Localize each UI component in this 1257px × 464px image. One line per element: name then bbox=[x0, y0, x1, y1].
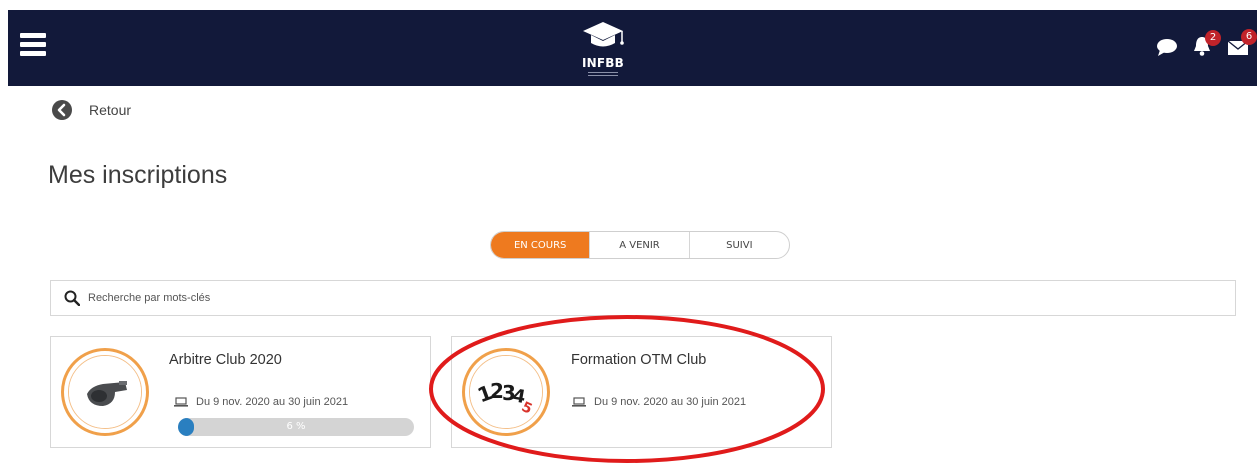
tab-suivi[interactable]: SUIVI bbox=[690, 232, 789, 258]
page-title: Mes inscriptions bbox=[48, 161, 228, 189]
graduation-cap-icon bbox=[583, 22, 624, 47]
course-card-arbitre[interactable]: Arbitre Club 2020 Du 9 nov. 2020 au 30 j… bbox=[50, 336, 431, 448]
search-bar[interactable] bbox=[50, 280, 1236, 316]
messages-envelope-icon[interactable]: 6 bbox=[1227, 29, 1257, 56]
course-title: Formation OTM Club bbox=[571, 352, 707, 368]
laptop-icon bbox=[572, 397, 586, 407]
course-avatar: 1 2 3 4 5 bbox=[462, 348, 550, 436]
whistle-icon bbox=[69, 356, 141, 428]
laptop-icon bbox=[174, 397, 188, 407]
course-date-text: Du 9 nov. 2020 au 30 juin 2021 bbox=[196, 396, 349, 408]
course-progress-bar: 6 % bbox=[178, 418, 414, 436]
back-link[interactable]: Retour bbox=[52, 100, 131, 120]
chat-icon[interactable] bbox=[1156, 37, 1178, 57]
tab-a-venir[interactable]: A VENIR bbox=[590, 232, 690, 258]
infbb-logo[interactable]: INFBB bbox=[578, 18, 628, 78]
course-dates: Du 9 nov. 2020 au 30 juin 2021 bbox=[572, 396, 746, 408]
tab-en-cours[interactable]: EN COURS bbox=[491, 232, 591, 258]
course-title: Arbitre Club 2020 bbox=[169, 352, 282, 368]
notifications-badge: 2 bbox=[1205, 30, 1221, 46]
course-date-text: Du 9 nov. 2020 au 30 juin 2021 bbox=[594, 396, 747, 408]
course-card-formation-otm[interactable]: 1 2 3 4 5 Formation OTM Club Du 9 nov. 2… bbox=[451, 336, 832, 448]
numbers-12345-icon: 1 2 3 4 5 bbox=[470, 356, 542, 428]
course-dates: Du 9 nov. 2020 au 30 juin 2021 bbox=[174, 396, 348, 408]
search-input[interactable] bbox=[88, 292, 688, 304]
notifications-bell-icon[interactable]: 2 bbox=[1191, 30, 1221, 58]
course-avatar bbox=[61, 348, 149, 436]
back-label: Retour bbox=[89, 102, 132, 118]
status-tabs: EN COURS A VENIR SUIVI bbox=[490, 231, 790, 259]
search-icon bbox=[64, 290, 80, 306]
logo-text: INFBB bbox=[582, 56, 624, 70]
messages-badge: 6 bbox=[1241, 29, 1257, 45]
progress-label: 6 % bbox=[286, 421, 306, 432]
hamburger-menu-icon[interactable] bbox=[20, 33, 46, 57]
top-navbar: INFBB 2 6 bbox=[8, 10, 1257, 86]
chevron-left-icon bbox=[52, 100, 72, 120]
